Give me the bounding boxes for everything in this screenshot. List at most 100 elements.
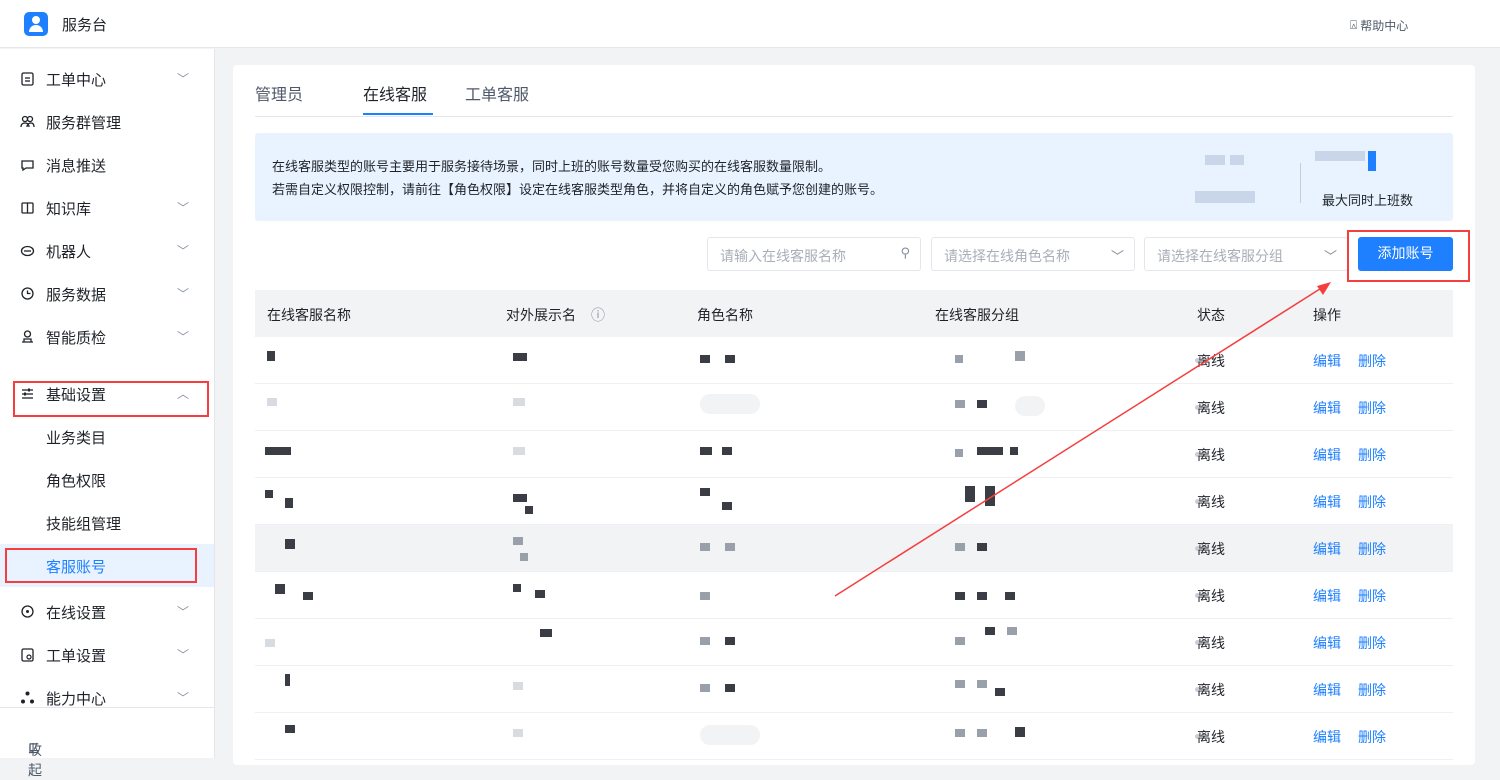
message-icon (21, 160, 34, 172)
help-center-link[interactable]: ⍓ 帮助中心 (1350, 17, 1408, 34)
status-text: 离线 (1197, 636, 1225, 652)
delete-link[interactable]: 删除 (1358, 445, 1386, 465)
sidebar-item-label: 服务群管理 (46, 114, 122, 132)
chevron-down-icon: ﹀ (177, 244, 190, 258)
redacted-cell (700, 488, 710, 496)
delete-link[interactable]: 删除 (1358, 586, 1386, 606)
redacted-cell (722, 447, 732, 455)
help-center-label: 帮助中心 (1360, 19, 1409, 33)
redacted-cell (955, 680, 965, 688)
sidebar-item-service-groups[interactable]: 服务群管理 (0, 100, 214, 143)
sidebar-item-message-push[interactable]: 消息推送 (0, 143, 214, 186)
clock-icon (21, 287, 34, 300)
edit-link[interactable]: 编辑 (1313, 727, 1341, 747)
bell-icon: ⍓ (1350, 18, 1358, 32)
delete-link[interactable]: 删除 (1358, 633, 1386, 653)
redacted-cell (700, 725, 760, 745)
sidebar-subitem-business-category[interactable]: 业务类目 (0, 415, 214, 458)
redacted-cell (513, 682, 523, 690)
redacted-cell (1015, 727, 1025, 737)
sidebar-item-label: 智能质检 (46, 329, 107, 347)
redacted-cell (265, 447, 291, 455)
notice-divider (1300, 163, 1301, 203)
chevron-down-icon: ﹀ (177, 287, 190, 301)
group-placeholder: 请选择在线客服分组 (1157, 249, 1283, 265)
sidebar-subitem-skill-groups[interactable]: 技能组管理 (0, 501, 214, 544)
redacted-cell (985, 627, 995, 635)
sidebar-item-label: 工单中心 (46, 71, 107, 89)
search-name-input[interactable]: 请输入在线客服名称 ⚲ (707, 237, 921, 271)
status-text: 离线 (1197, 683, 1225, 699)
delete-link[interactable]: 删除 (1358, 680, 1386, 700)
redacted-cell (700, 543, 710, 551)
redacted-cell (955, 637, 965, 645)
users-icon (20, 115, 35, 128)
redacted-cell (285, 725, 295, 733)
delete-link[interactable]: 删除 (1358, 539, 1386, 559)
chevron-down-icon: ﹀ (1323, 250, 1337, 265)
redacted-cell (513, 584, 521, 592)
tab-online-agent[interactable]: 在线客服 (363, 81, 427, 105)
sidebar-subitem-role-permissions[interactable]: 角色权限 (0, 458, 214, 501)
delete-link[interactable]: 删除 (1358, 398, 1386, 418)
tab-bar: 管理员 在线客服 工单客服 (255, 65, 1453, 117)
table-row: 离线 编辑 删除 (255, 619, 1453, 666)
annotation-box-add-button (1347, 230, 1470, 282)
table-row: 离线 编辑 删除 (255, 713, 1453, 760)
redacted-cell (540, 629, 552, 637)
clipboard-icon (21, 72, 34, 86)
main-card: 管理员 在线客服 工单客服 在线客服类型的账号主要用于服务接待场景，同时上班的账… (233, 65, 1475, 765)
sidebar-collapse-button[interactable]: ⊑ 收起 (0, 707, 214, 779)
redacted-value (1195, 191, 1255, 203)
redacted-cell (267, 398, 277, 406)
redacted-cell (722, 502, 732, 510)
help-circle-icon[interactable]: ⓘ (591, 305, 605, 325)
edit-link[interactable]: 编辑 (1313, 680, 1341, 700)
book-icon (21, 202, 34, 214)
chevron-down-icon: ﹀ (1110, 250, 1124, 265)
role-placeholder: 请选择在线角色名称 (944, 249, 1070, 265)
col-agent-name: 在线客服名称 (267, 308, 351, 324)
redacted-cell (700, 592, 710, 600)
chevron-down-icon: ﹀ (177, 648, 190, 662)
col-role-name: 角色名称 (697, 308, 753, 324)
sidebar-item-ticket-center[interactable]: 工单中心 ﹀ (0, 57, 214, 100)
sidebar-item-service-data[interactable]: 服务数据 ﹀ (0, 272, 214, 315)
sidebar-item-quality-check[interactable]: 智能质检 ﹀ (0, 315, 214, 358)
robot-icon (20, 245, 35, 257)
redacted-cell (513, 537, 523, 545)
tab-admin[interactable]: 管理员 (255, 81, 303, 105)
sidebar-item-label: 在线设置 (46, 604, 107, 622)
redacted-cell (955, 729, 965, 737)
redacted-cell (285, 674, 290, 686)
edit-link[interactable]: 编辑 (1313, 633, 1341, 653)
redacted-cell (725, 355, 735, 363)
chevron-down-icon: ﹀ (177, 201, 190, 215)
chevron-down-icon: ﹀ (177, 72, 190, 86)
notice-line-1: 在线客服类型的账号主要用于服务接待场景，同时上班的账号数量受您购买的在线客服数量… (272, 160, 832, 175)
redacted-cell (700, 394, 760, 414)
delete-link[interactable]: 删除 (1358, 727, 1386, 747)
app-title: 服务台 (62, 16, 108, 34)
tab-ticket-agent[interactable]: 工单客服 (465, 81, 529, 105)
delete-link[interactable]: 删除 (1358, 492, 1386, 512)
redacted-cell (977, 680, 987, 688)
redacted-value (1230, 155, 1244, 165)
redacted-cell (513, 353, 527, 361)
group-select[interactable]: 请选择在线客服分组 ﹀ (1144, 237, 1348, 271)
redacted-cell (535, 590, 545, 598)
chevron-down-icon: ﹀ (177, 691, 190, 705)
role-select[interactable]: 请选择在线角色名称 ﹀ (931, 237, 1135, 271)
delete-link[interactable]: 删除 (1358, 351, 1386, 371)
sidebar-item-robot[interactable]: 机器人 ﹀ (0, 229, 214, 272)
max-concurrent-label: 最大同时上班数 (1322, 194, 1414, 209)
chevron-down-icon: ﹀ (177, 605, 190, 619)
collapse-text: 收起 (28, 743, 42, 779)
annotation-box-basic-settings (13, 381, 209, 417)
redacted-cell (700, 684, 710, 692)
sidebar-item-label: 消息推送 (46, 157, 107, 175)
sidebar-item-knowledge-base[interactable]: 知识库 ﹀ (0, 186, 214, 229)
sidebar-item-online-settings[interactable]: 在线设置 ﹀ (0, 590, 214, 633)
sidebar-item-ticket-settings[interactable]: 工单设置 ﹀ (0, 633, 214, 676)
sidebar-subitem-label: 角色权限 (46, 472, 107, 490)
